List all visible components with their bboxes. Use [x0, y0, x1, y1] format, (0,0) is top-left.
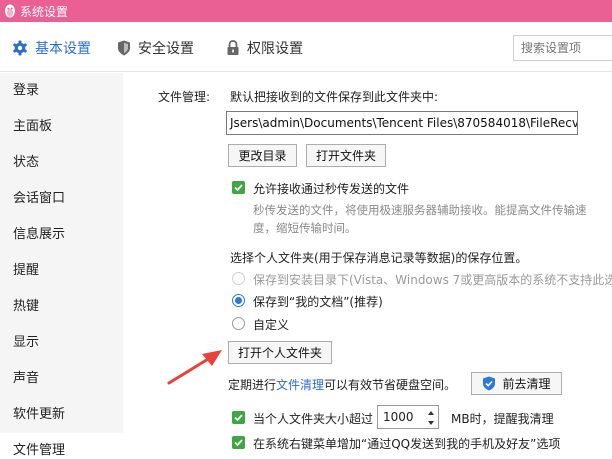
shield-check-icon: [483, 376, 496, 391]
save-path-field[interactable]: Jsers\admin\Documents\Tencent Files\8705…: [226, 111, 578, 135]
folder-size-reminder-checkbox[interactable]: [232, 411, 245, 424]
folder-size-label-prefix: 当个人文件夹大小超过: [253, 412, 374, 426]
go-cleanup-button[interactable]: 前去清理: [471, 372, 562, 395]
sidebar-item-main-panel[interactable]: 主面板: [0, 109, 123, 145]
title-bar: 系统设置: [0, 0, 612, 22]
annotation-arrow-icon: [167, 350, 222, 385]
sidebar-item-hotkeys[interactable]: 热键: [0, 289, 123, 325]
cleanup-prefix: 定期进行: [228, 378, 277, 392]
tab-bar: 基本设置 安全设置 权限设置: [0, 22, 612, 72]
radio-my-documents[interactable]: [232, 294, 245, 307]
tab-label: 基本设置: [35, 41, 91, 57]
cleanup-suffix: 可以有效节省硬盘空间。: [324, 378, 457, 392]
tab-permission-settings[interactable]: 权限设置: [226, 37, 303, 59]
sidebar-item-chat-window[interactable]: 会话窗口: [0, 181, 123, 217]
sidebar-item-status[interactable]: 状态: [0, 145, 123, 181]
checkmark-icon: [234, 439, 243, 447]
sidebar-item-login[interactable]: 登录: [0, 73, 123, 109]
tab-label: 权限设置: [247, 41, 303, 57]
checkmark-icon: [234, 184, 243, 192]
radio-custom-label: 自定义: [253, 318, 290, 332]
spin-down-icon[interactable]: [427, 419, 435, 427]
change-directory-button[interactable]: 更改目录: [228, 144, 297, 167]
tab-basic-settings[interactable]: 基本设置: [12, 37, 91, 59]
checkmark-icon: [234, 414, 243, 422]
sidebar-item-file-management[interactable]: 文件管理: [0, 433, 123, 459]
open-folder-button[interactable]: 打开文件夹: [306, 144, 386, 167]
instant-transfer-description-line2: 度，缩短传输时间。: [253, 221, 357, 235]
folder-size-value: 1000: [383, 410, 414, 424]
sidebar-item-sound[interactable]: 声音: [0, 361, 123, 397]
spin-up-icon[interactable]: [427, 409, 435, 417]
personal-folder-title: 选择个人文件夹(用于保存消息记录等数据)的保存位置。: [230, 251, 528, 265]
save-location-description: 默认把接收到的文件保存到此文件夹中:: [230, 90, 439, 104]
folder-size-stepper[interactable]: 1000: [377, 405, 439, 429]
gear-icon: [13, 40, 27, 56]
window-title: 系统设置: [20, 5, 69, 19]
allow-instant-transfer-label: 允许接收通过秒传发送的文件: [253, 182, 410, 196]
radio-install-directory-label: 保存到安装目录下(Vista、Windows 7或更高版本的系统不支持此选: [253, 273, 612, 287]
tab-label: 安全设置: [138, 41, 194, 57]
shield-icon: [118, 40, 130, 56]
cleanup-hint: 定期进行文件清理可以有效节省硬盘空间。: [228, 376, 456, 393]
sidebar-item-reminders[interactable]: 提醒: [0, 253, 123, 289]
instant-transfer-description-line1: 秒传发送的文件，将使用极速服务器辅助接收。能提高文件传输速: [253, 203, 587, 217]
section-label: 文件管理:: [158, 90, 211, 104]
folder-size-label-suffix: MB时，提醒我清理: [451, 412, 554, 426]
context-menu-label: 在系统右键菜单增加“通过QQ发送到我的手机及好友”选项: [253, 437, 561, 451]
sidebar-item-info-display[interactable]: 信息展示: [0, 217, 123, 253]
allow-instant-transfer-checkbox[interactable]: [232, 181, 245, 194]
search-input[interactable]: [513, 35, 612, 61]
tab-security-settings[interactable]: 安全设置: [117, 37, 194, 59]
qq-penguin-icon: [3, 3, 17, 18]
lock-icon: [227, 40, 239, 55]
file-cleanup-link[interactable]: 文件清理: [276, 378, 324, 392]
open-personal-folder-button[interactable]: 打开个人文件夹: [228, 341, 332, 364]
context-menu-checkbox[interactable]: [232, 436, 245, 449]
sidebar-item-display[interactable]: 显示: [0, 325, 123, 361]
radio-my-documents-label: 保存到“我的文档”(推荐): [253, 295, 383, 309]
sidebar: 登录 主面板 状态 会话窗口 信息展示 提醒 热键 显示 声音 软件更新 文件管…: [0, 73, 123, 459]
go-cleanup-label: 前去清理: [502, 377, 551, 391]
radio-install-directory: [232, 272, 245, 285]
sidebar-item-software-update[interactable]: 软件更新: [0, 397, 123, 433]
file-management-panel: 文件管理: 默认把接收到的文件保存到此文件夹中: Jsers\admin\Doc…: [123, 73, 612, 459]
radio-custom[interactable]: [232, 317, 245, 330]
